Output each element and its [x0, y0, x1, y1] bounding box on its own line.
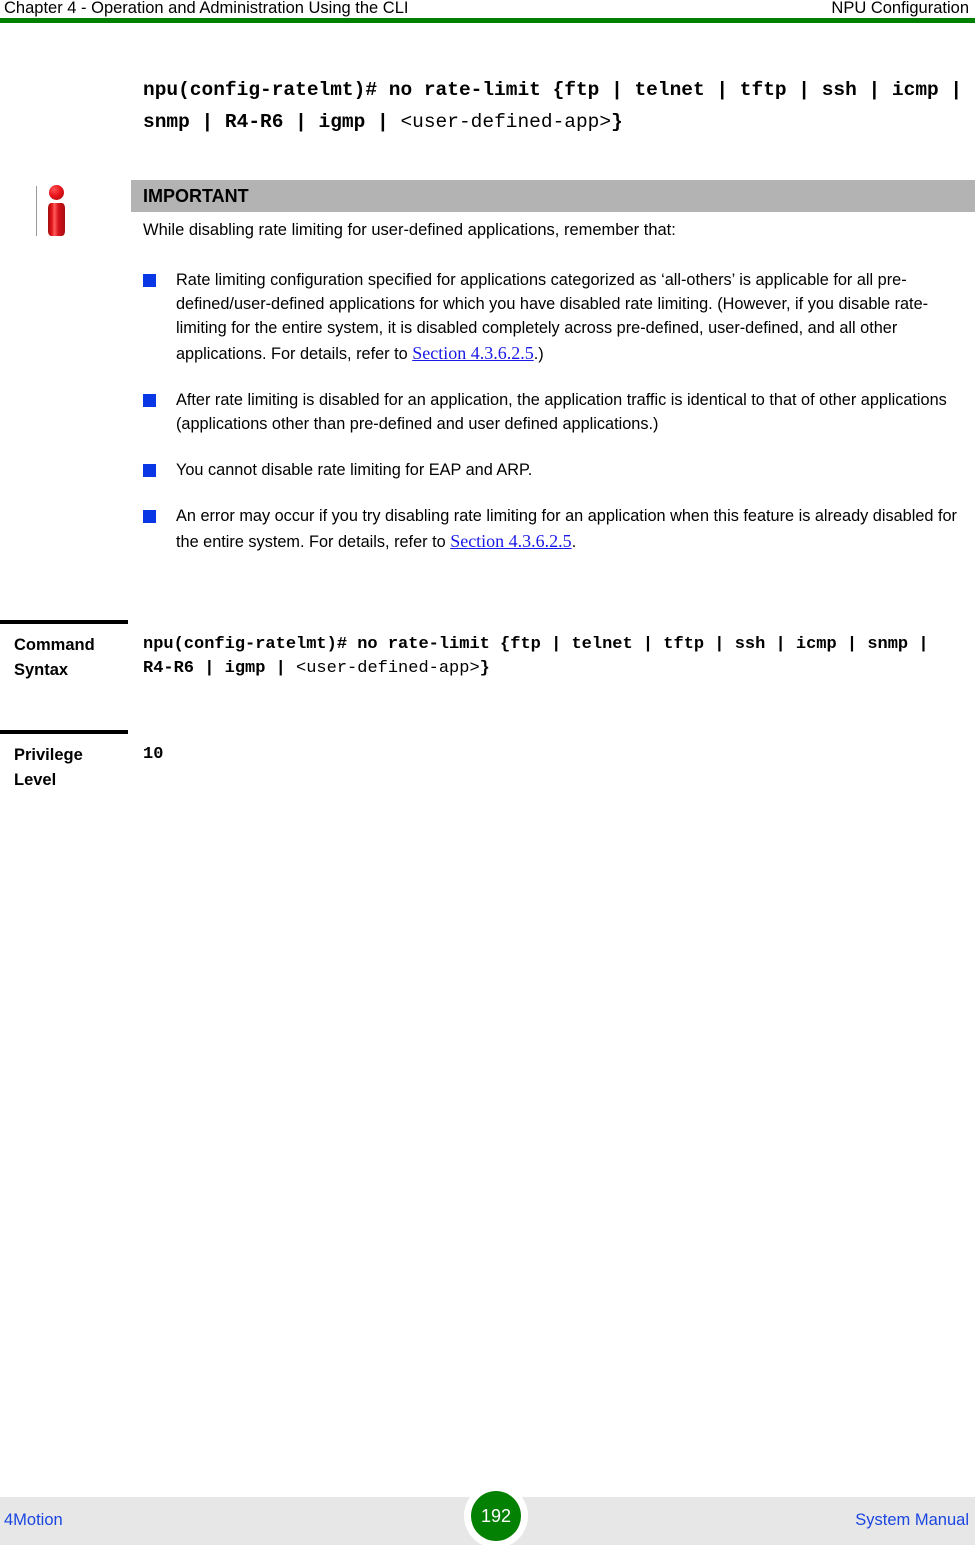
- section-cross-reference-link[interactable]: Section 4.3.6.2.5: [450, 531, 572, 551]
- table-row-value: 10: [143, 743, 963, 767]
- header-chapter-title: Chapter 4 - Operation and Administration…: [4, 0, 409, 17]
- table-value-tail-text: }: [479, 659, 490, 678]
- list-item: Rate limiting configuration specified fo…: [143, 268, 975, 366]
- note-icon-container: [36, 184, 76, 238]
- bullet-square-icon: [143, 510, 156, 524]
- page-footer: 4Motion 192 System Manual: [0, 1484, 975, 1548]
- info-icon-dot: [49, 185, 64, 200]
- note-vertical-rule: [36, 186, 37, 236]
- page-number-badge-ring: 192: [464, 1484, 528, 1548]
- list-item-text-after: .: [571, 532, 577, 551]
- bullet-square-icon: [143, 274, 156, 287]
- bullet-square-icon: [143, 464, 156, 478]
- table-value-bold-text: 10: [143, 745, 164, 764]
- note-title-bar: IMPORTANT: [131, 180, 975, 212]
- command-placeholder-text: <user-defined-app>: [400, 111, 612, 133]
- row-top-rule: [0, 620, 128, 624]
- list-item: After rate limiting is disabled for an a…: [143, 388, 975, 436]
- list-item: An error may occur if you try disabling …: [143, 504, 975, 553]
- header-divider-rule: [0, 18, 975, 23]
- list-item-text-after: .): [533, 344, 544, 363]
- table-row-value: npu(config-ratelmt)# no rate-limit {ftp …: [143, 633, 963, 681]
- command-syntax-block: npu(config-ratelmt)# no rate-limit {ftp …: [143, 74, 963, 138]
- note-title-label: IMPORTANT: [143, 186, 249, 206]
- footer-document-name[interactable]: System Manual: [855, 1509, 969, 1531]
- info-icon-stem: [48, 203, 65, 236]
- table-row-label: Privilege Level: [14, 746, 83, 789]
- list-item-text: Rate limiting configuration specified fo…: [176, 271, 929, 363]
- table-row: Command Syntax npu(config-ratelmt)# no r…: [0, 620, 975, 730]
- table-value-bold-text: npu(config-ratelmt)# no rate-limit {ftp …: [143, 635, 929, 678]
- header-section-title: NPU Configuration: [831, 0, 969, 17]
- info-icon: [45, 184, 67, 236]
- table-value-placeholder-text: <user-defined-app>: [296, 659, 480, 678]
- bullet-square-icon: [143, 393, 156, 407]
- command-parameter-table: Command Syntax npu(config-ratelmt)# no r…: [0, 620, 975, 820]
- row-top-rule: [0, 730, 128, 734]
- section-cross-reference-link[interactable]: Section 4.3.6.2.5: [412, 343, 534, 363]
- list-item-text: You cannot disable rate limiting for EAP…: [176, 461, 533, 480]
- command-tail-text: }: [611, 111, 623, 133]
- note-bullet-list: Rate limiting configuration specified fo…: [143, 268, 975, 576]
- list-item: You cannot disable rate limiting for EAP…: [143, 458, 975, 482]
- note-intro-text: While disabling rate limiting for user-d…: [143, 221, 676, 239]
- page-number-badge: 192: [471, 1491, 521, 1541]
- footer-product-name[interactable]: 4Motion: [4, 1509, 63, 1531]
- table-row-label: Command Syntax: [14, 636, 95, 679]
- list-item-text: After rate limiting is disabled for an a…: [176, 390, 947, 434]
- table-row: Privilege Level 10: [0, 730, 975, 820]
